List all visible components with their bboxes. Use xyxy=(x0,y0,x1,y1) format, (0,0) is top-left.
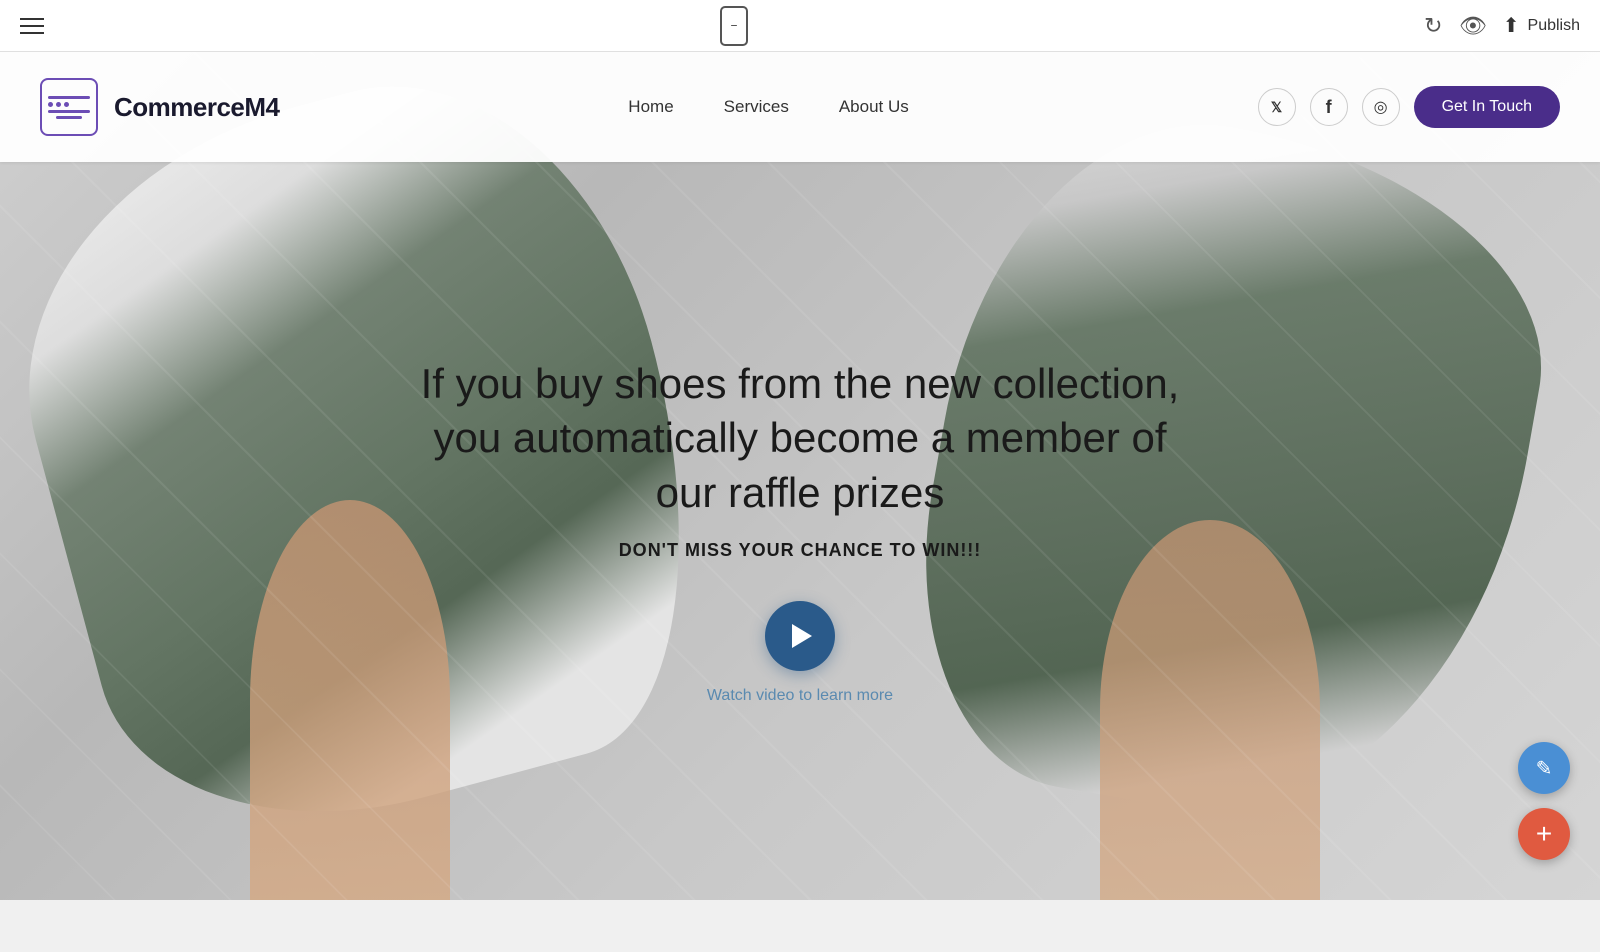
nav-links: Home Services About Us xyxy=(628,97,908,117)
toolbar-right: ↺ 👁 ⬆ Publish xyxy=(1424,13,1580,39)
logo-icon xyxy=(40,78,98,136)
toolbar-left xyxy=(20,18,44,34)
twitter-icon[interactable]: 𝕏 xyxy=(1258,88,1296,126)
facebook-icon[interactable]: f xyxy=(1310,88,1348,126)
hero-headline: If you buy shoes from the new collection… xyxy=(420,357,1180,521)
play-button[interactable] xyxy=(765,601,835,671)
play-triangle-icon xyxy=(792,624,812,648)
toolbar-center xyxy=(720,6,748,46)
nav-link-home[interactable]: Home xyxy=(628,97,673,117)
preview-button[interactable]: 👁 xyxy=(1459,13,1487,39)
upload-icon: ⬆ xyxy=(1503,13,1520,38)
logo-line-3 xyxy=(56,116,81,119)
logo-dot-1 xyxy=(48,102,53,107)
mobile-preview-icon[interactable] xyxy=(720,6,748,46)
play-button-wrap: Watch video to learn more xyxy=(707,601,893,705)
publish-button[interactable]: ⬆ Publish xyxy=(1503,13,1580,38)
logo-line-dots xyxy=(48,102,90,107)
watch-video-link[interactable]: Watch video to learn more xyxy=(707,687,893,705)
publish-label: Publish xyxy=(1528,17,1580,35)
edit-fab-button[interactable]: ✎ xyxy=(1518,742,1570,794)
logo-area: CommerceM4 xyxy=(40,78,280,136)
hamburger-menu-icon[interactable] xyxy=(20,18,44,34)
add-fab-button[interactable]: + xyxy=(1518,808,1570,860)
logo-dot-3 xyxy=(64,102,69,107)
undo-icon: ↺ xyxy=(1424,13,1442,39)
get-in-touch-button[interactable]: Get In Touch xyxy=(1414,86,1560,128)
instagram-icon[interactable]: ◎ xyxy=(1362,88,1400,126)
navigation-bar: CommerceM4 Home Services About Us 𝕏 f ◎ … xyxy=(0,52,1600,162)
nav-link-services[interactable]: Services xyxy=(724,97,789,117)
logo-line-2 xyxy=(48,110,90,113)
nav-actions: 𝕏 f ◎ Get In Touch xyxy=(1258,86,1560,128)
undo-button[interactable]: ↺ xyxy=(1424,13,1442,39)
toolbar: ↺ 👁 ⬆ Publish xyxy=(0,0,1600,52)
hero-subheadline: DON'T MISS YOUR CHANCE TO WIN!!! xyxy=(619,540,982,561)
logo-line-1 xyxy=(48,96,90,99)
logo-dot-2 xyxy=(56,102,61,107)
hero-content: If you buy shoes from the new collection… xyxy=(0,162,1600,900)
nav-link-about[interactable]: About Us xyxy=(839,97,909,117)
fab-container: ✎ + xyxy=(1518,742,1570,860)
site-preview: CommerceM4 Home Services About Us 𝕏 f ◎ … xyxy=(0,52,1600,900)
eye-icon: 👁 xyxy=(1459,13,1487,39)
logo-text: CommerceM4 xyxy=(114,92,280,123)
